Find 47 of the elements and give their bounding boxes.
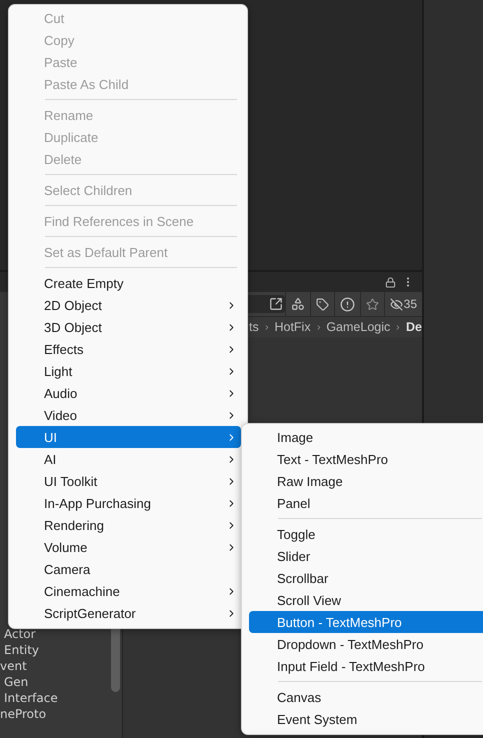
menu-item[interactable]: Image bbox=[249, 426, 483, 448]
menu-item[interactable]: In-App Purchasing bbox=[16, 492, 241, 514]
hierarchy-item[interactable]: Gen bbox=[0, 674, 111, 690]
menu-item[interactable]: Scrollbar bbox=[249, 567, 483, 589]
hidden-count: 35 bbox=[404, 297, 417, 311]
menu-item[interactable]: Slider bbox=[249, 545, 483, 567]
menu-item[interactable]: Rendering bbox=[16, 514, 241, 536]
menu-item[interactable]: Volume bbox=[16, 536, 241, 558]
menu-item[interactable]: Camera bbox=[16, 558, 241, 580]
star-icon[interactable] bbox=[366, 298, 379, 310]
menu-item[interactable]: Create Empty bbox=[16, 272, 241, 294]
menu-item[interactable]: Input Field - TextMeshPro bbox=[249, 655, 483, 677]
menu-item[interactable]: Light bbox=[16, 360, 241, 382]
hierarchy-item[interactable]: Entity bbox=[0, 642, 111, 658]
menu-item[interactable]: Toggle bbox=[249, 523, 483, 545]
breadcrumb-item[interactable]: ts bbox=[249, 320, 259, 334]
menu-item[interactable]: Video bbox=[16, 404, 241, 426]
menu-item[interactable]: Panel bbox=[249, 492, 483, 514]
menu-item[interactable]: ScriptGenerator bbox=[16, 602, 241, 624]
hierarchy-item[interactable]: Interface bbox=[0, 690, 111, 706]
menu-item[interactable]: Audio bbox=[16, 382, 241, 404]
menu-item[interactable]: Dropdown - TextMeshPro bbox=[249, 633, 483, 655]
breadcrumb-item[interactable]: GameLogic bbox=[326, 320, 390, 334]
tag-icon[interactable] bbox=[316, 298, 329, 310]
hidden-icon[interactable] bbox=[390, 298, 403, 310]
menu-item[interactable]: Effects bbox=[16, 338, 241, 360]
menu-item[interactable]: Button - TextMeshPro bbox=[249, 611, 483, 633]
breadcrumb-item[interactable]: De bbox=[406, 320, 422, 334]
menu-item[interactable]: AI bbox=[16, 448, 241, 470]
shapes-icon[interactable] bbox=[290, 297, 305, 311]
menu-item[interactable]: UI Toolkit bbox=[16, 470, 241, 492]
menu-item[interactable]: Raw Image bbox=[249, 470, 483, 492]
menu-item[interactable]: Cinemachine bbox=[16, 580, 241, 602]
hierarchy-item[interactable]: vent bbox=[0, 658, 111, 674]
menu-item[interactable]: Scroll View bbox=[249, 589, 483, 611]
menu-item[interactable]: Event System bbox=[249, 708, 483, 730]
lock-icon[interactable] bbox=[385, 276, 396, 288]
menu-item[interactable]: 2D Object bbox=[16, 294, 241, 316]
menu-item[interactable]: Canvas bbox=[249, 686, 483, 708]
menu-item[interactable]: 3D Object bbox=[16, 316, 241, 338]
breadcrumb-item[interactable]: HotFix bbox=[274, 320, 311, 334]
hierarchy-item[interactable]: neProto bbox=[0, 706, 111, 722]
hierarchy-item[interactable]: Actor bbox=[0, 626, 111, 642]
menu-item[interactable]: UI bbox=[16, 426, 241, 448]
alert-icon[interactable] bbox=[340, 296, 355, 312]
menu-item[interactable]: Text - TextMeshPro bbox=[249, 448, 483, 470]
expand-icon[interactable] bbox=[268, 297, 283, 311]
